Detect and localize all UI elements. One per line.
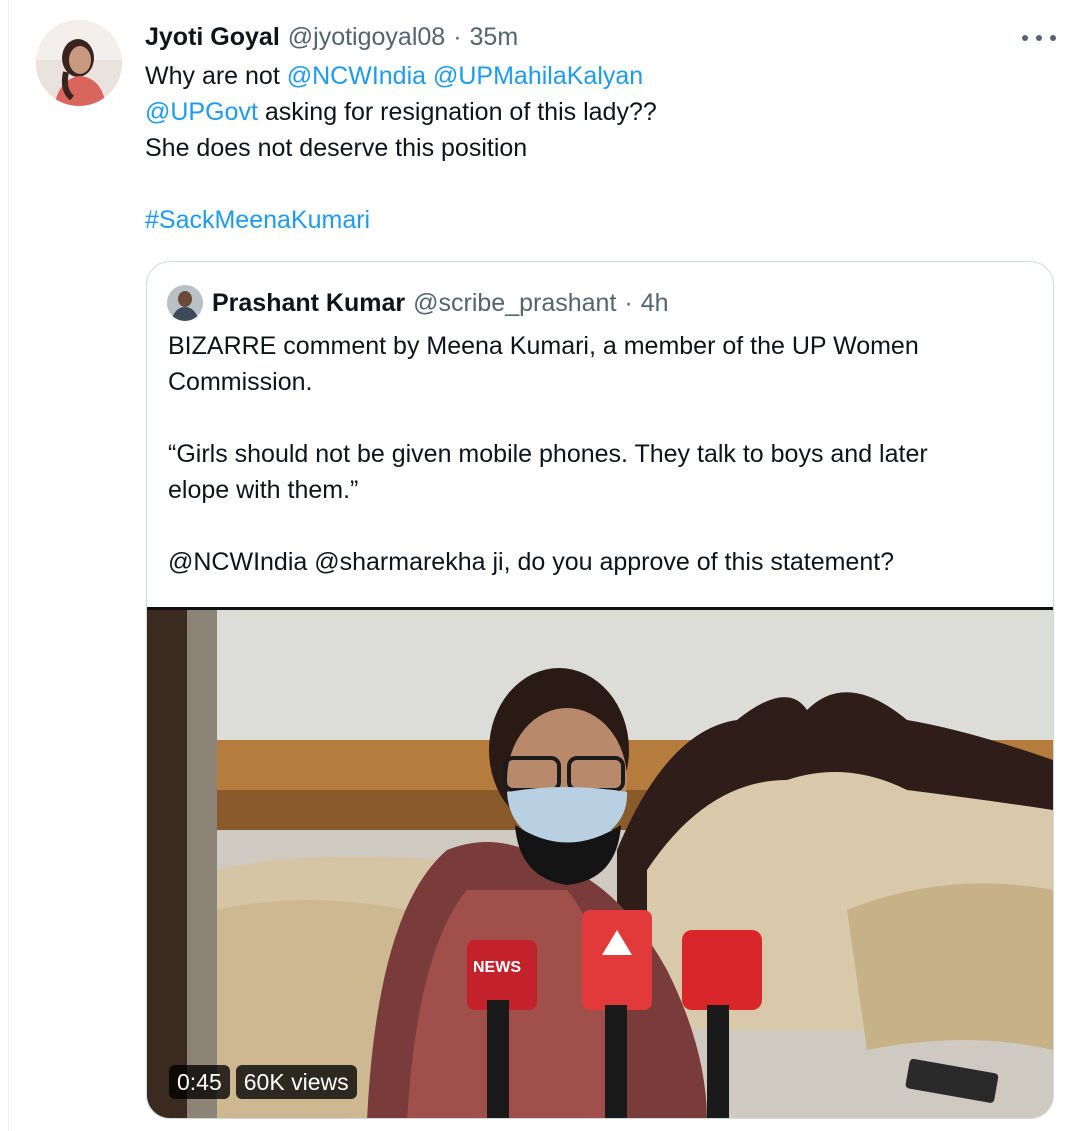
- video-thumbnail: NEWS: [147, 610, 1053, 1118]
- mention-link[interactable]: @UPMahilaKalyan: [433, 62, 643, 90]
- separator-dot: ·: [624, 288, 633, 317]
- text-span: Why are not: [145, 62, 287, 90]
- author-handle[interactable]: @jyotigoyal08: [288, 23, 445, 52]
- quoted-text-line: “Girls should not be given mobile phones…: [168, 440, 928, 468]
- tweet-header: Jyoti Goyal @jyotigoyal08 · 35m: [145, 20, 518, 54]
- quoted-text-line: Commission.: [168, 368, 313, 396]
- tweet-text-line: #SackMeenaKumari: [145, 202, 1045, 238]
- quoted-author-name[interactable]: Prashant Kumar: [212, 289, 405, 318]
- mention-link[interactable]: @NCWIndia: [287, 62, 426, 90]
- video-duration-badge: 0:45: [169, 1065, 230, 1099]
- separator-dot: ·: [453, 22, 462, 51]
- quoted-author-handle[interactable]: @scribe_prashant: [413, 289, 616, 318]
- quoted-timestamp[interactable]: 4h: [641, 289, 669, 318]
- more-options-icon[interactable]: [1022, 24, 1056, 52]
- more-dot: [1050, 35, 1056, 41]
- quoted-tweet-header: Prashant Kumar @scribe_prashant · 4h: [212, 284, 669, 322]
- more-dot: [1036, 35, 1042, 41]
- video-badges: 0:45 60K views: [169, 1065, 357, 1099]
- quoted-text-line: BIZARRE comment by Meena Kumari, a membe…: [168, 332, 919, 360]
- tweet-text: Why are not @NCWIndia @UPMahilaKalyan @U…: [145, 58, 1045, 238]
- tweet-text-line: Why are not @NCWIndia @UPMahilaKalyan: [145, 58, 1045, 94]
- quoted-tweet[interactable]: Prashant Kumar @scribe_prashant · 4h BIZ…: [146, 261, 1054, 1119]
- more-dot: [1022, 35, 1028, 41]
- video-views-badge: 60K views: [235, 1065, 357, 1099]
- quoted-text-line: elope with them.”: [168, 476, 359, 504]
- mic-news-label: NEWS: [473, 959, 521, 976]
- author-avatar[interactable]: [36, 20, 122, 106]
- quoted-author-avatar[interactable]: [167, 285, 203, 321]
- mention-link[interactable]: @UPGovt: [145, 98, 258, 126]
- quoted-text-line: @NCWIndia @sharmarekha ji, do you approv…: [168, 548, 895, 576]
- quoted-tweet-text: BIZARRE comment by Meena Kumari, a membe…: [168, 328, 1038, 580]
- tweet-text-line: She does not deserve this position: [145, 134, 528, 162]
- tweet-text-line: @UPGovt asking for resignation of this l…: [145, 94, 1045, 130]
- tweet-timestamp[interactable]: 35m: [470, 23, 519, 52]
- hashtag-link[interactable]: #SackMeenaKumari: [145, 206, 370, 234]
- text-span: asking for resignation of this lady??: [257, 98, 657, 126]
- video-player[interactable]: NEWS 0:45 60K views: [147, 607, 1053, 1118]
- author-name[interactable]: Jyoti Goyal: [145, 23, 280, 52]
- tweet[interactable]: Jyoti Goyal @jyotigoyal08 · 35m Why are …: [0, 0, 1079, 1131]
